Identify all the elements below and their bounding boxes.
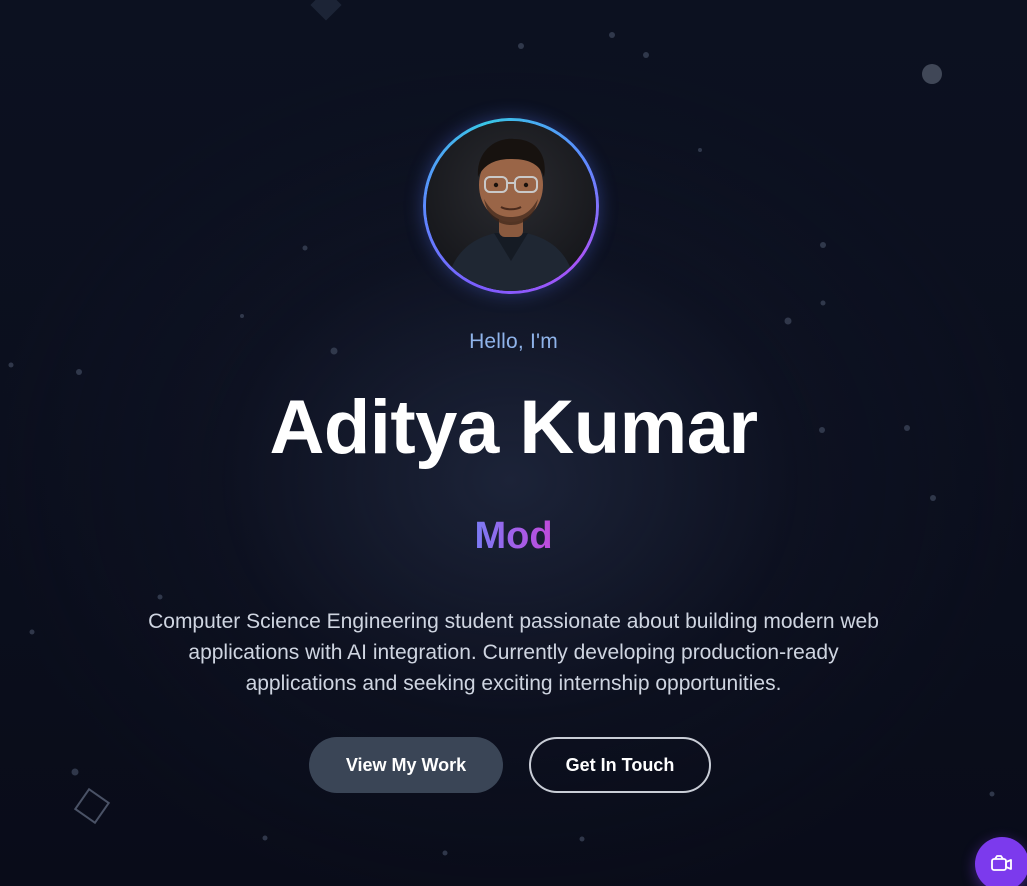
view-my-work-button[interactable]: View My Work <box>309 737 503 793</box>
typed-role-text: Mod <box>0 512 1027 560</box>
bio-line: applications with AI integration. Curren… <box>188 641 839 664</box>
chat-widget-icon <box>991 855 1012 871</box>
chat-widget-button[interactable] <box>975 837 1027 886</box>
bio-line: Computer Science Engineering student pas… <box>148 610 879 633</box>
bio-line: applications and seeking exciting intern… <box>245 672 782 695</box>
hero-name: Aditya Kumar <box>269 385 758 470</box>
hero-section: Hello, I'm Aditya Kumar Mod Computer Sci… <box>0 0 1027 886</box>
profile-photo-icon <box>426 121 596 291</box>
greeting-text: Hello, I'm <box>469 330 558 353</box>
role-text: Mod <box>474 515 553 557</box>
get-in-touch-button[interactable]: Get In Touch <box>529 737 711 793</box>
bio-paragraph: Computer Science Engineering student pas… <box>90 606 937 699</box>
avatar <box>423 118 599 294</box>
profile-photo <box>426 121 596 291</box>
